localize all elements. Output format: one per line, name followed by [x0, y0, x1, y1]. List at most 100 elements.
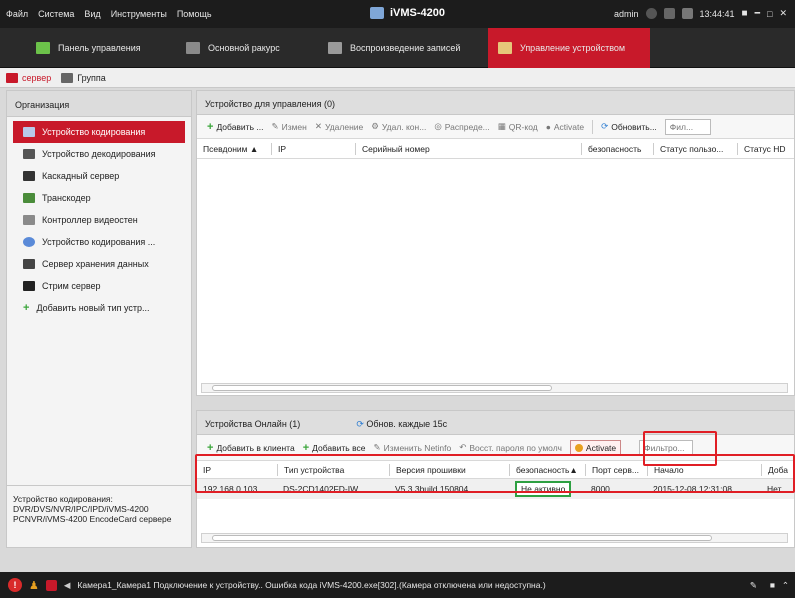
column-hd-status[interactable]: Статус HD: [737, 142, 793, 155]
column-alias[interactable]: Псевдоним ▲: [197, 143, 271, 155]
tree-item-storage-server[interactable]: Сервер хранения данных: [7, 253, 191, 275]
scroll-thumb[interactable]: [212, 535, 712, 541]
menu-system[interactable]: Система: [38, 9, 74, 19]
server-tab[interactable]: сервер: [6, 72, 52, 83]
menu-tools[interactable]: Инструменты: [111, 9, 167, 19]
transcoder-icon: [23, 193, 35, 203]
videowall-icon: [23, 215, 35, 225]
tree-item-stream-server[interactable]: Стрим сервер: [7, 275, 191, 297]
managed-devices-header: Псевдоним ▲ IP Серийный номер безопаснос…: [197, 139, 794, 159]
status-message: Камера1_Камера1 Подключение к устройству…: [77, 580, 546, 590]
column-user-status[interactable]: Статус пользо...: [653, 142, 737, 155]
close-icon[interactable]: ✕: [779, 8, 787, 19]
filter-input-top[interactable]: [664, 118, 711, 135]
alarm-icon[interactable]: !: [8, 578, 22, 592]
playback-icon: [328, 42, 342, 54]
tree-item-label: Контроллер видеостен: [42, 215, 138, 225]
managed-devices-toolbar: + Добавить ... ✎ Измен ✕ Удаление ⚙ Удал. ко…: [197, 115, 794, 139]
tree-item-decoding-device[interactable]: Устройство декодирования: [7, 143, 191, 165]
button-label: Добавить все: [312, 442, 366, 453]
minimize-icon[interactable]: ━: [755, 8, 760, 19]
button-label: Обновить...: [611, 121, 657, 132]
reset-password-button[interactable]: ↶ Восст. пароля по умолч: [459, 442, 562, 453]
person-icon[interactable]: ♟: [29, 579, 39, 592]
tab-control-panel[interactable]: Панель управления: [26, 28, 154, 68]
tree-item-label: Каскадный сервер: [42, 171, 120, 181]
tab-main-view[interactable]: Основной ракурс: [176, 28, 300, 68]
status-bar: ! ♟ ◀ Камера1_Камера1 Подключение к устр…: [0, 572, 795, 598]
edit-netinfo-button[interactable]: ✎ Изменить Netinfo: [373, 442, 451, 453]
column-serial[interactable]: Серийный номер: [355, 142, 581, 155]
remote-config-button[interactable]: ⚙ Удал. кон...: [371, 121, 426, 132]
expand-icon[interactable]: ⌃: [782, 580, 789, 591]
tab-playback[interactable]: Воспроизведение записей: [318, 28, 482, 68]
device-management-icon: [498, 42, 512, 54]
server-label: сервер: [22, 72, 52, 83]
sub-toolbar: сервер Группа: [0, 68, 795, 88]
tree-item-transcoder[interactable]: Транскодер: [7, 187, 191, 209]
menu-file[interactable]: Файл: [6, 9, 28, 19]
button-label: Распреде...: [444, 121, 490, 132]
lock-screen-icon[interactable]: ■: [742, 8, 748, 19]
storage-server-icon: [23, 259, 35, 269]
user-icon[interactable]: [645, 8, 657, 19]
tree-item-label: Добавить новый тип устр...: [36, 303, 150, 313]
auto-refresh-label[interactable]: ⟳ Обнов. каждые 15с: [356, 419, 447, 429]
group-icon: [61, 72, 74, 83]
button-label: QR-код: [508, 121, 538, 132]
menu-help[interactable]: Помощь: [177, 9, 212, 19]
tree-item-label: Транскодер: [42, 193, 91, 203]
main-view-icon: [186, 42, 200, 54]
button-label: Восст. пароля по умолч: [469, 442, 562, 453]
tree-item-label: Стрим сервер: [42, 281, 101, 291]
add-all-button[interactable]: + Добавить все: [303, 442, 366, 454]
plus-icon: +: [207, 120, 214, 133]
record-icon[interactable]: [45, 579, 57, 591]
tree-item-label: Сервер хранения данных: [42, 259, 149, 269]
column-security[interactable]: безопасность: [581, 142, 653, 155]
decoder-icon: [23, 149, 35, 159]
qr-code-button[interactable]: ▦ QR-код: [498, 121, 538, 132]
app-logo-icon: [370, 7, 384, 19]
user-name: admin: [613, 8, 639, 19]
clock-time: 13:44:41: [699, 8, 735, 19]
activate-top-button[interactable]: ● Activate: [546, 122, 584, 132]
column-ip[interactable]: IP: [271, 142, 355, 155]
button-label: Изменить Netinfo: [383, 442, 452, 453]
horizontal-scrollbar-top[interactable]: [201, 383, 788, 393]
managed-devices-title: Устройство для управления (0): [197, 91, 794, 115]
tree-item-cascade-server[interactable]: Каскадный сервер: [7, 165, 191, 187]
lock-icon[interactable]: [663, 8, 675, 19]
pin-icon[interactable]: ✎: [750, 580, 757, 591]
maximize-icon[interactable]: □: [767, 9, 772, 19]
edit-icon: ✎: [271, 121, 279, 131]
horizontal-scrollbar-bottom[interactable]: [201, 533, 788, 543]
menu-view[interactable]: Вид: [84, 9, 100, 19]
managed-devices-panel: Устройство для управления (0) + Добавить …: [196, 90, 795, 396]
edit-icon: ✎: [373, 442, 381, 452]
group-tab[interactable]: Группа: [61, 72, 106, 83]
gear-icon: ⚙: [371, 121, 379, 131]
tree-item-label: Устройство кодирования: [42, 127, 146, 137]
status-window-icon[interactable]: ■: [770, 580, 775, 590]
add-device-button[interactable]: + Добавить ...: [207, 121, 263, 133]
add-to-client-button[interactable]: + Добавить в клиента: [207, 442, 295, 454]
tab-label: Основной ракурс: [208, 43, 280, 53]
refresh-all-button[interactable]: ⟳ Обновить...: [601, 121, 657, 132]
dashboard-icon: [36, 42, 50, 54]
tree-item-add-new-type[interactable]: + Добавить новый тип устр...: [7, 297, 191, 319]
tree-item-videowall-controller[interactable]: Контроллер видеостен: [7, 209, 191, 231]
tab-device-management[interactable]: Управление устройством: [488, 28, 650, 68]
tree-item-encoding-device-2[interactable]: Устройство кодирования ...: [7, 231, 191, 253]
tab-label: Панель управления: [58, 43, 141, 53]
cascade-server-icon: [23, 171, 35, 181]
tree-item-encoding-device[interactable]: Устройство кодирования: [13, 121, 185, 143]
scroll-thumb[interactable]: [212, 385, 552, 391]
distribute-button[interactable]: ◎ Распреде...: [434, 121, 489, 132]
edit-device-button[interactable]: ✎ Измен: [271, 121, 306, 132]
device-row-highlight: [195, 454, 795, 493]
main-menu: Файл Система Вид Инструменты Помощь: [6, 9, 212, 19]
column-label: Псевдоним: [203, 143, 248, 154]
delete-device-button[interactable]: ✕ Удаление: [315, 121, 363, 132]
speaker-icon[interactable]: ◀: [64, 580, 71, 591]
